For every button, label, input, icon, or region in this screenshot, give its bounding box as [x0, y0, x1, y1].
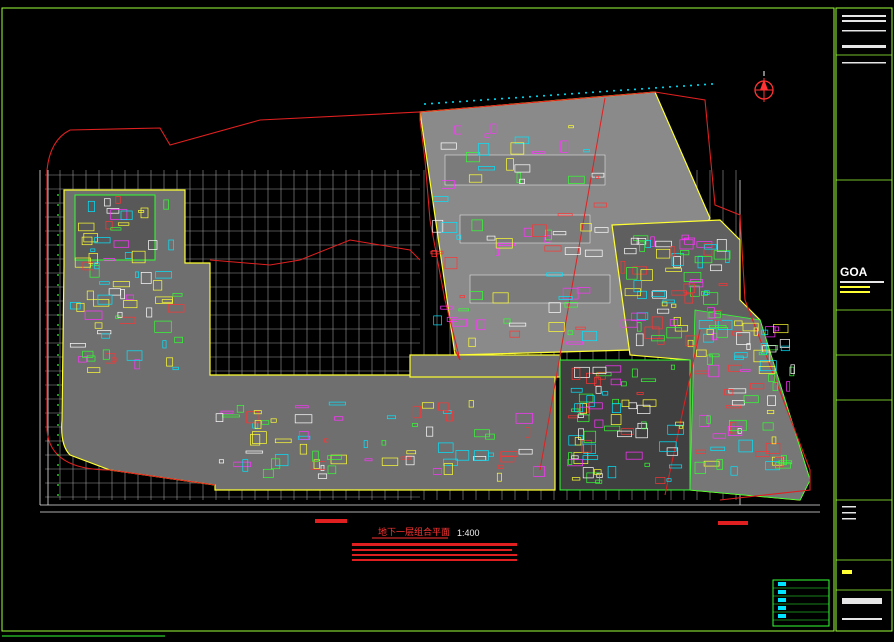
drawing-title: 地下一层组合平面 [378, 528, 451, 538]
north-arrow-icon [754, 71, 774, 102]
floor-plan-drawing [1, 7, 893, 637]
note-line [352, 559, 517, 561]
dimension-tag [315, 519, 347, 523]
ramp-line [209, 239, 421, 266]
note-line [352, 549, 512, 551]
cad-drawing-canvas: 地下一层组合平面 1:400 GOA [0, 0, 894, 642]
drawing-scale: 1:400 [457, 528, 480, 538]
title-block [835, 7, 893, 632]
note-line [352, 543, 517, 546]
dimension-tag [718, 521, 748, 525]
note-line [352, 554, 517, 556]
company-logo: GOA [840, 265, 868, 279]
legend-box [772, 579, 830, 627]
